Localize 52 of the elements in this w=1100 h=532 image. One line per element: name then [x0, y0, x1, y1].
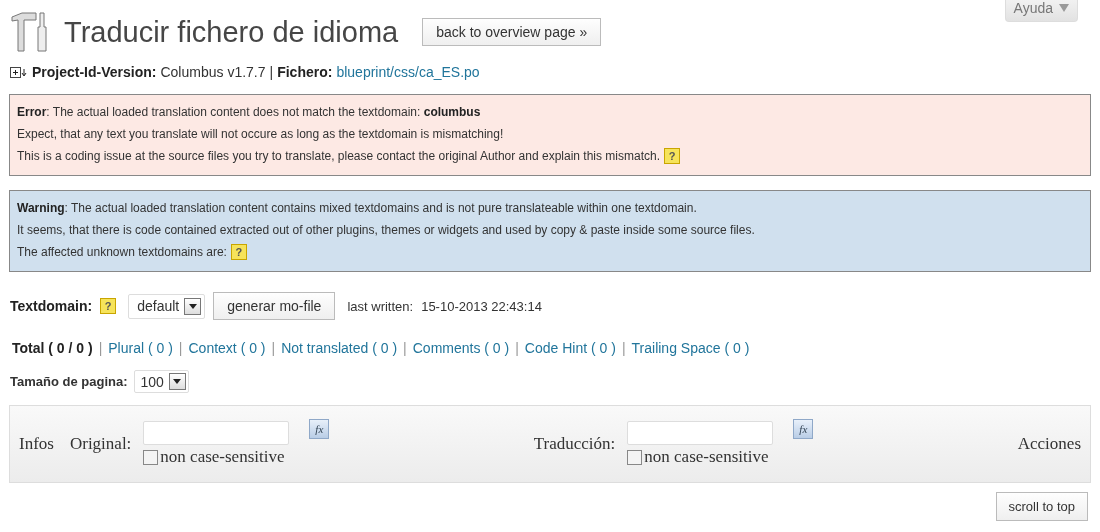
- filter-link[interactable]: Context ( 0 ): [188, 340, 266, 356]
- column-header: Infos: [19, 434, 54, 454]
- help-icon[interactable]: ?: [230, 244, 247, 260]
- notice-text: This is a coding issue at the source files you try to translate, please contact the original Author and explain this mismatch.: [17, 148, 660, 165]
- separator: |: [515, 340, 519, 356]
- separator: |: [271, 340, 276, 356]
- notice-text: It seems, that there is code contained extracted out of other plugins, themes or widgets and used by copy & paste inside some source files.: [17, 222, 756, 239]
- scroll-top-button[interactable]: scroll to top: [995, 492, 1088, 521]
- version-text: Columbus v1.7.7: [160, 64, 266, 80]
- hammer-screwdriver-icon: [10, 11, 50, 53]
- search-field[interactable]: [627, 421, 774, 445]
- separator: |: [178, 340, 183, 356]
- function-button[interactable]: fx: [309, 419, 330, 439]
- filter-link[interactable]: Plural ( 0 ): [108, 340, 173, 356]
- page-size-dropdown[interactable]: 100: [133, 370, 189, 393]
- timestamp: 15-10-2013 22:43:14: [421, 298, 542, 314]
- separator: |: [403, 340, 407, 356]
- separator: |: [621, 340, 626, 356]
- help-icon[interactable]: ?: [100, 298, 117, 314]
- notice-text: Error: The actual loaded translation content does not match the textdomain: columbus: [17, 104, 482, 121]
- field-label: Textdomain:: [10, 298, 93, 314]
- page-title: Traducir fichero de idioma: [64, 15, 399, 49]
- expand-icon: [10, 66, 28, 78]
- separator: |: [269, 64, 274, 80]
- checkbox-label: non case-sensitive: [160, 447, 285, 467]
- textdomain-dropdown[interactable]: default: [128, 293, 206, 319]
- generate-button[interactable]: generar mo-file: [213, 292, 336, 320]
- checkbox[interactable]: [143, 449, 159, 465]
- notice-text: The affected unknown textdomains are:: [17, 244, 227, 261]
- column-header: Acciones: [1017, 434, 1081, 454]
- function-button[interactable]: fx: [793, 419, 814, 439]
- filter-link[interactable]: Code Hint ( 0 ): [524, 340, 616, 356]
- file-link[interactable]: blueprint/css/ca_ES.po: [336, 64, 480, 80]
- field-label: Tamaño de pagina:: [10, 374, 128, 389]
- last-written-label: last written:: [347, 298, 414, 314]
- field-label: Project-Id-Version:: [32, 64, 157, 80]
- checkbox[interactable]: [627, 449, 643, 465]
- separator: |: [98, 340, 103, 356]
- help-tab[interactable]: Ayuda: [1004, 0, 1078, 22]
- checkbox-label: non case-sensitive: [644, 447, 769, 467]
- help-icon[interactable]: ?: [664, 148, 680, 164]
- field-label: Traducción:: [533, 434, 616, 454]
- filter-link[interactable]: Not translated ( 0 ): [281, 340, 398, 356]
- field-label: Original:: [69, 434, 132, 454]
- notice-text: Warning: The actual loaded translation content contains mixed textdomains and is not pure translateable within one textdomain.: [17, 200, 698, 217]
- filter-link[interactable]: Comments ( 0 ): [412, 340, 510, 356]
- filter-link[interactable]: Total ( 0 / 0 ): [12, 340, 93, 356]
- notice-text: Expect, that any text you translate will not occure as long as the textdomain is mismatching!: [17, 126, 505, 143]
- field-label: Fichero:: [277, 64, 333, 80]
- back-button[interactable]: back to overview page »: [422, 18, 602, 46]
- search-field[interactable]: [143, 421, 290, 445]
- filter-link[interactable]: Trailing Space ( 0 ): [631, 340, 750, 356]
